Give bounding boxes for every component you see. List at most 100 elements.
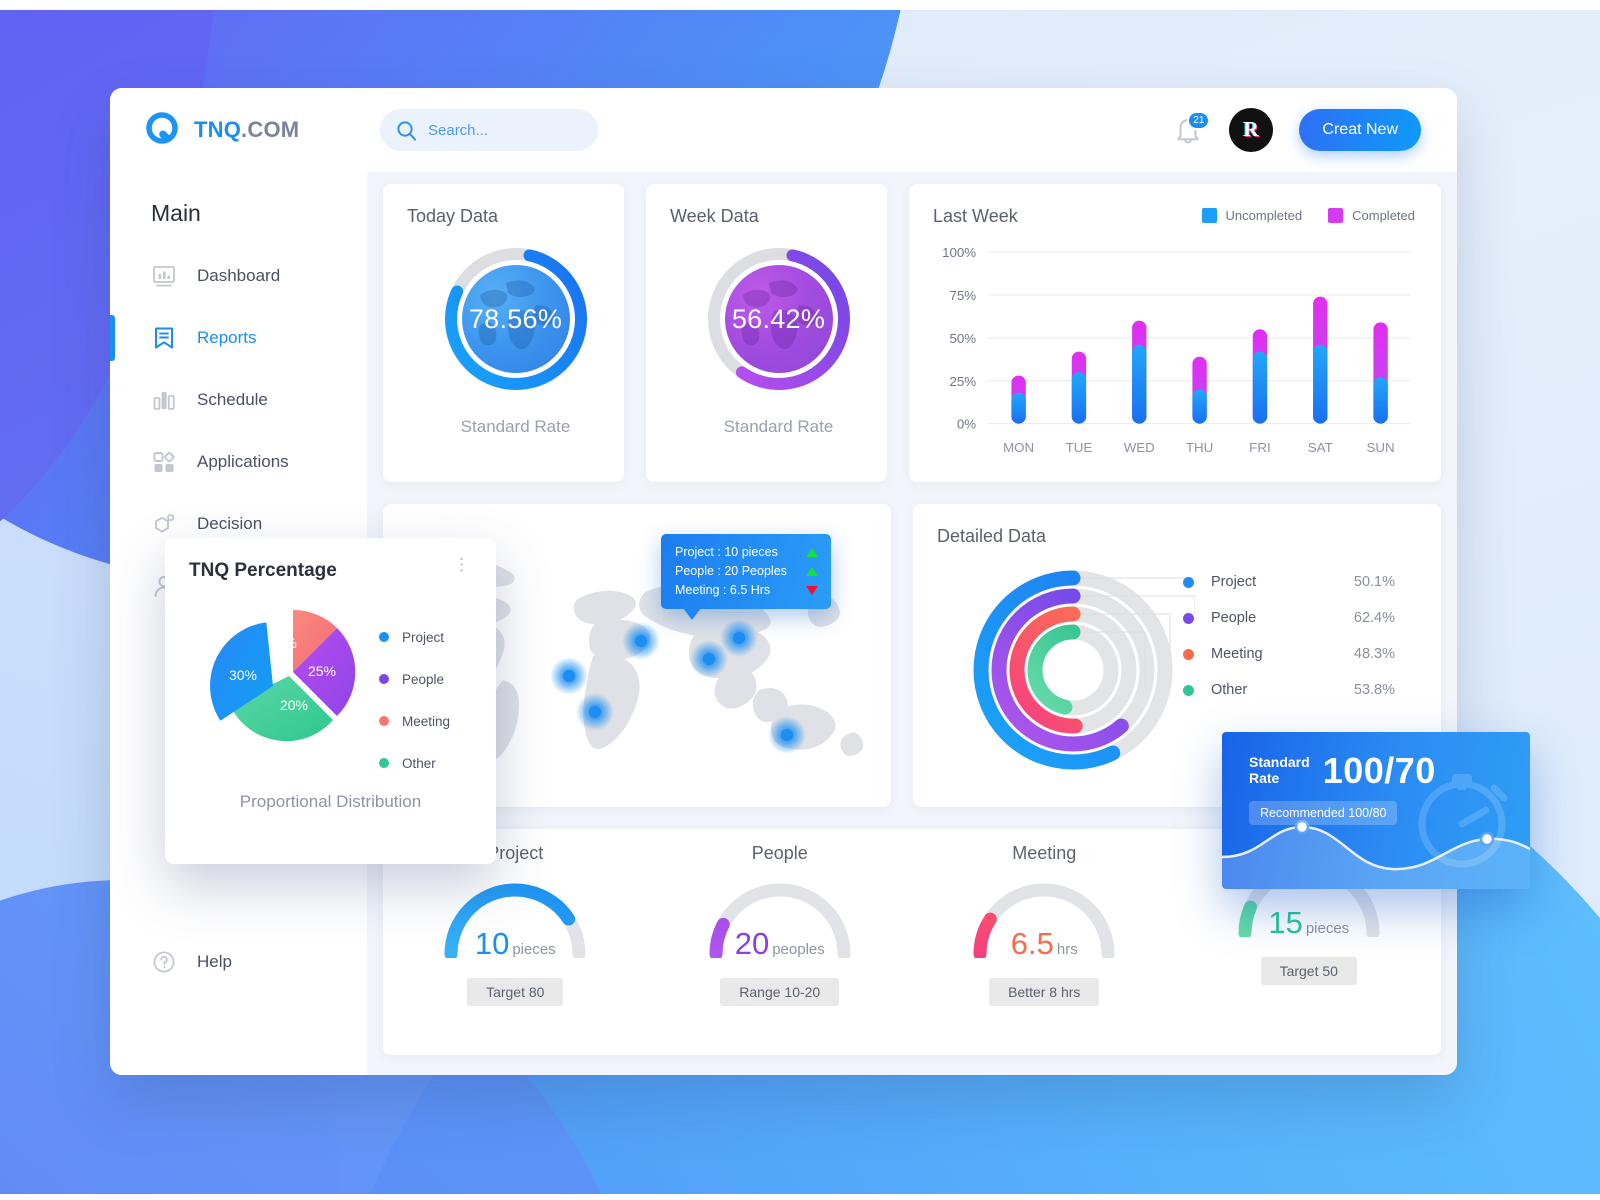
- bookmark-lines-icon: [151, 325, 177, 351]
- pie-legend-item: Meeting: [379, 700, 450, 742]
- bar-uncompleted: [1373, 377, 1388, 424]
- pie-chart: 25% 25% 20% 30%: [189, 588, 379, 773]
- grid-apps-icon: [151, 449, 177, 475]
- gauge-cell-people: People 20 peoples Range 10-20: [648, 843, 913, 1055]
- tnq-percentage-card: TNQ Percentage ⋮ 25% 25% 20% 30% Project…: [165, 538, 496, 864]
- brand-name-primary: TNQ: [194, 117, 242, 142]
- brand-name: TNQ.COM: [194, 117, 299, 143]
- legend-label: Project: [402, 629, 445, 645]
- detailed-value: 62.4%: [1353, 610, 1395, 626]
- search-box[interactable]: [380, 109, 598, 151]
- gauge-title: Meeting: [1012, 843, 1077, 863]
- tooltip-row: People : 20 Peoples: [675, 564, 818, 578]
- legend-label: Other: [402, 755, 436, 771]
- gauge-chart: 20 peoples: [705, 876, 855, 961]
- legend-dot: [1183, 684, 1194, 696]
- today-donut-wrap: 78.56% Standard Rate: [407, 243, 624, 437]
- legend-label: Meeting: [402, 713, 451, 729]
- gauge-value: 20 peoples: [734, 926, 825, 961]
- tooltip-text: Meeting : 6.5 Hrs: [675, 583, 771, 597]
- legend-item-completed: Completed: [1328, 208, 1415, 223]
- detailed-row: People 62.4%: [1183, 600, 1395, 636]
- legend-label: Completed: [1352, 208, 1415, 223]
- trend-up-icon: [806, 547, 818, 557]
- gauge-value: 10 pieces: [474, 926, 556, 961]
- notifications-button[interactable]: 21: [1173, 111, 1211, 146]
- legend-item-uncompleted: Uncompleted: [1201, 208, 1303, 223]
- sidebar-item-dashboard[interactable]: Dashboard: [110, 245, 367, 307]
- tnq-percentage-footer: Proportional Distribution: [239, 792, 422, 811]
- avatar[interactable]: R R R: [1229, 108, 1274, 152]
- legend-dot: [379, 632, 389, 642]
- standard-rate-label: Standard Rate: [1249, 755, 1310, 786]
- gauge-tag: Better 8 hrs: [989, 978, 1100, 1006]
- detailed-data-legend: Project 50.1% People 62.4% Meeting 48.3%: [1183, 564, 1395, 708]
- card-title: Week Data: [670, 206, 759, 226]
- standard-rate-label-line2: Rate: [1249, 770, 1280, 786]
- tooltip-text: People : 20 Peoples: [675, 564, 787, 578]
- pie-slice-label: 25%: [269, 635, 297, 651]
- hexagon-node-icon: [151, 511, 177, 537]
- sidebar-item-help[interactable]: Help: [110, 931, 232, 993]
- today-caption: Standard Rate: [460, 417, 571, 436]
- bar-uncompleted: [1313, 344, 1328, 424]
- card-title: Today Data: [407, 206, 499, 226]
- week-donut-chart: 56.42%: [703, 243, 855, 395]
- x-axis-tick: SAT: [1308, 440, 1333, 455]
- legend-swatch: [1201, 208, 1217, 223]
- brand[interactable]: TNQ.COM: [146, 112, 358, 148]
- gauge-cell-project: Project 10 pieces Target 80: [383, 843, 648, 1055]
- sidebar-item-schedule[interactable]: Schedule: [110, 369, 367, 431]
- detailed-value: 53.8%: [1353, 682, 1395, 698]
- tnq-percentage-body: 25% 25% 20% 30% Project People Meeting O…: [189, 588, 472, 784]
- kebab-menu-icon[interactable]: ⋮: [453, 556, 472, 573]
- gauge-value: 6.5 hrs: [1010, 926, 1078, 961]
- gauge-chart: 6.5 hrs: [969, 876, 1119, 961]
- legend-label: People: [402, 671, 445, 687]
- detailed-label: Meeting: [1211, 646, 1263, 662]
- x-axis-tick: TUE: [1066, 440, 1093, 455]
- pie-slice-label: 30%: [229, 667, 257, 683]
- bar-uncompleted: [1071, 372, 1087, 424]
- search-input[interactable]: [428, 121, 582, 139]
- today-donut-value: 78.56%: [461, 265, 570, 373]
- week-donut-value: 56.42%: [724, 265, 833, 373]
- pie-legend-item: People: [379, 658, 450, 700]
- bar-uncompleted: [1132, 344, 1147, 424]
- week-donut-wrap: 56.42% Standard Rate: [670, 243, 887, 437]
- pie-legend: Project People Meeting Other: [379, 588, 450, 784]
- legend-dot: [1183, 612, 1194, 624]
- legend-dot: [379, 758, 389, 768]
- radial-bar-chart: [973, 570, 1195, 770]
- bar-uncompleted: [1192, 389, 1207, 424]
- map-tooltip: Project : 10 pieces People : 20 Peoples …: [661, 534, 831, 620]
- data-point: [1479, 831, 1495, 847]
- sidebar-item-applications[interactable]: Applications: [110, 431, 367, 493]
- last-week-bar-chart: 0% 25% 50% 75% 100% MON TUE WED THU FRI SAT SUN: [929, 245, 1421, 464]
- trend-up-icon: [806, 566, 818, 576]
- top-bar: TNQ.COM 21: [110, 88, 1457, 172]
- question-circle-icon: [151, 949, 177, 975]
- bar-uncompleted: [1011, 392, 1026, 424]
- standard-rate-label-line1: Standard: [1249, 754, 1310, 771]
- create-new-button[interactable]: Creat New: [1299, 109, 1421, 151]
- gauge-tag: Target 80: [467, 978, 564, 1006]
- sidebar-item-label: Decision: [197, 514, 263, 533]
- page-title: TNQ Percentage: [189, 560, 337, 581]
- card-title: Detailed Data: [937, 526, 1047, 546]
- legend-label: Uncompleted: [1225, 208, 1303, 223]
- sidebar-item-reports[interactable]: Reports: [110, 307, 367, 369]
- chart-monitor-icon: [151, 263, 177, 289]
- detailed-label: Other: [1211, 682, 1248, 698]
- x-axis-tick: SUN: [1367, 440, 1395, 455]
- q-logo-icon: [146, 112, 182, 148]
- standard-rate-value: 100/70: [1322, 750, 1436, 791]
- bar-uncompleted: [1252, 351, 1268, 424]
- y-axis-tick: 50%: [949, 331, 976, 346]
- legend-dot: [1183, 648, 1194, 660]
- gauge-tag: Range 10-20: [720, 978, 840, 1006]
- today-data-card: Today Data 78.56% Standard Rate: [383, 184, 624, 482]
- recommended-badge: Recommended 100/80: [1249, 801, 1398, 825]
- legend-dot: [379, 716, 389, 726]
- background-top-band: [0, 0, 1600, 10]
